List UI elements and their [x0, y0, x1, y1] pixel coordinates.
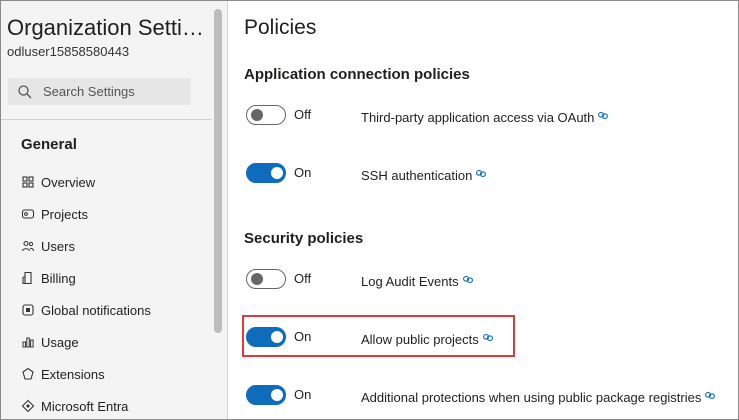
sidebar-section-general: General: [21, 136, 77, 153]
sidebar-item-users[interactable]: Users: [21, 236, 75, 256]
policy-row-log-audit-events: Off Log Audit Events: [228, 265, 738, 293]
highlight-box: [242, 315, 515, 357]
sidebar-item-label: Billing: [41, 270, 76, 286]
toggle-state-label: On: [294, 165, 312, 180]
link-icon[interactable]: [598, 107, 609, 119]
sidebar-item-overview[interactable]: Overview: [21, 172, 95, 192]
settings-sidebar: Organization Settin... odluser1585858044…: [1, 1, 227, 419]
settings-window: Organization Settin... odluser1585858044…: [0, 0, 739, 420]
section-title-application-connection: Application connection policies: [244, 66, 470, 83]
toggle-state-label: Off: [294, 107, 312, 122]
projects-icon: [21, 207, 35, 221]
overview-icon: [21, 175, 35, 189]
sidebar-item-microsoft-entra[interactable]: Microsoft Entra: [21, 396, 128, 416]
policy-label: Third-party application access via OAuth: [361, 107, 609, 125]
toggle-state-label: On: [294, 387, 312, 402]
sidebar-item-global-notifications[interactable]: Global notifications: [21, 300, 151, 320]
toggle-state-label: Off: [294, 271, 312, 286]
policy-label: Additional protections when using public…: [361, 387, 716, 405]
sidebar-scrollbar[interactable]: [214, 9, 222, 333]
policy-label-text: Additional protections when using public…: [361, 390, 702, 405]
sidebar-item-label: Extensions: [41, 366, 105, 382]
policies-pane: Policies Application connection policies…: [228, 1, 738, 419]
extensions-icon: [21, 367, 35, 381]
policy-label: SSH authentication: [361, 165, 487, 183]
toggle-knob: [251, 273, 263, 285]
policy-row-ssh: On SSH authentication: [228, 159, 738, 187]
policy-label-text: SSH authentication: [361, 168, 473, 183]
toggle-knob: [251, 109, 263, 121]
billing-icon: [21, 271, 35, 285]
policy-label-text: Log Audit Events: [361, 274, 459, 289]
ssh-toggle[interactable]: [246, 163, 286, 183]
sidebar-item-extensions[interactable]: Extensions: [21, 364, 105, 384]
sidebar-item-label: Usage: [41, 334, 79, 350]
sidebar-item-projects[interactable]: Projects: [21, 204, 88, 224]
page-title: Policies: [244, 16, 317, 39]
search-icon: [17, 84, 33, 100]
entra-icon: [21, 399, 35, 413]
sidebar-divider: [1, 119, 211, 120]
policy-label-text: Third-party application access via OAuth: [361, 110, 595, 125]
sidebar-item-label: Global notifications: [41, 302, 151, 318]
sidebar-item-billing[interactable]: Billing: [21, 268, 76, 288]
policy-label: Log Audit Events: [361, 271, 473, 289]
policy-row-public-package-registries: On Additional protections when using pub…: [228, 381, 738, 409]
search-settings-input[interactable]: Search Settings: [8, 78, 191, 105]
link-icon[interactable]: [705, 387, 716, 399]
organization-user: odluser15858580443: [7, 44, 130, 59]
log-audit-events-toggle[interactable]: [246, 269, 286, 289]
sidebar-item-label: Projects: [41, 206, 88, 222]
policy-row-oauth: Off Third-party application access via O…: [228, 101, 738, 129]
section-title-security: Security policies: [244, 230, 364, 247]
oauth-toggle[interactable]: [246, 105, 286, 125]
notifications-icon: [21, 303, 35, 317]
toggle-knob: [271, 167, 283, 179]
toggle-knob: [271, 389, 283, 401]
link-icon[interactable]: [476, 165, 487, 177]
usage-icon: [21, 335, 35, 349]
search-placeholder: Search Settings: [43, 84, 135, 99]
sidebar-item-label: Microsoft Entra: [41, 398, 129, 414]
sidebar-item-label: Overview: [41, 174, 96, 190]
link-icon[interactable]: [462, 271, 473, 283]
organization-title: Organization Settin...: [7, 15, 212, 40]
sidebar-item-usage[interactable]: Usage: [21, 332, 79, 352]
sidebar-item-label: Users: [41, 238, 75, 254]
users-icon: [21, 239, 35, 253]
public-package-registries-toggle[interactable]: [246, 385, 286, 405]
